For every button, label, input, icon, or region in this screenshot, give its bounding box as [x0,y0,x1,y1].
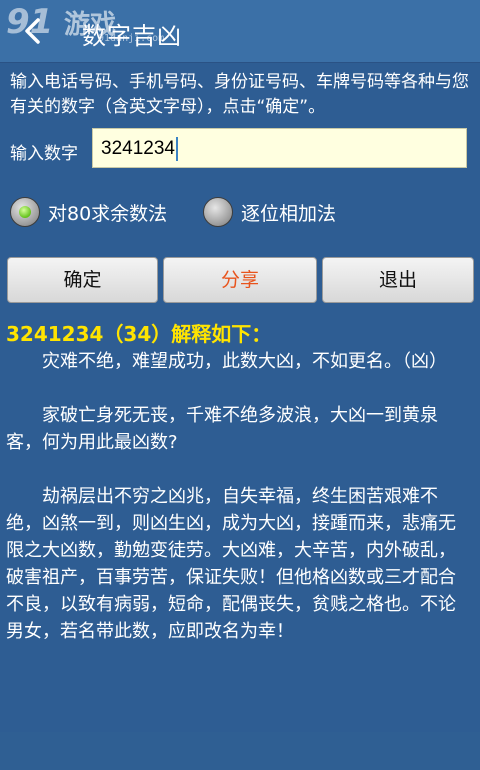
text-caret [175,136,178,161]
result-paragraph: 家破亡身死无丧，千难不绝多波浪，大凶一到黄泉客，何为用此最凶数? [6,405,438,453]
radio-mod80-label: 对80求余数法 [48,202,168,225]
input-label: 输入数字 [10,144,78,164]
result-paragraph: 劫祸层出不穷之凶兆，自失幸福，终生困苦艰难不绝，凶煞一到，则凶生凶，成为大凶，接… [6,486,456,642]
confirm-button[interactable]: 确定 [7,257,158,303]
radio-digit-sum-label: 逐位相加法 [241,202,337,225]
radio-selected-icon [10,197,40,227]
share-button[interactable]: 分享 [163,257,317,303]
number-input[interactable]: 3241234 [92,128,467,168]
radio-mod80[interactable]: 对80求余数法 [10,195,167,229]
watermark-91: 91 [6,2,54,42]
watermark-url: 91danji.com [98,33,165,44]
result-body: 灾难不绝，难望成功，此数大凶，不如更名。（凶） 家破亡身死无丧，千难不绝多波浪，… [6,348,472,672]
watermark-logo: 91 游戏 91danji.com [6,2,164,50]
title-bar: 数字吉凶 91 游戏 91danji.com [0,0,480,63]
bottom-area [0,732,480,770]
number-input-value: 3241234 [101,138,175,159]
result-paragraph: 灾难不绝，难望成功，此数大凶，不如更名。（凶） [42,351,447,372]
instructions-text: 输入电话号码、手机号码、身份证号码、车牌号码等各种与您有关的数字（含英文字母），… [10,72,469,117]
exit-button[interactable]: 退出 [322,257,474,303]
radio-unselected-icon [203,197,233,227]
radio-digit-sum[interactable]: 逐位相加法 [203,195,336,229]
result-title: 3241234（34）解释如下： [6,322,272,346]
